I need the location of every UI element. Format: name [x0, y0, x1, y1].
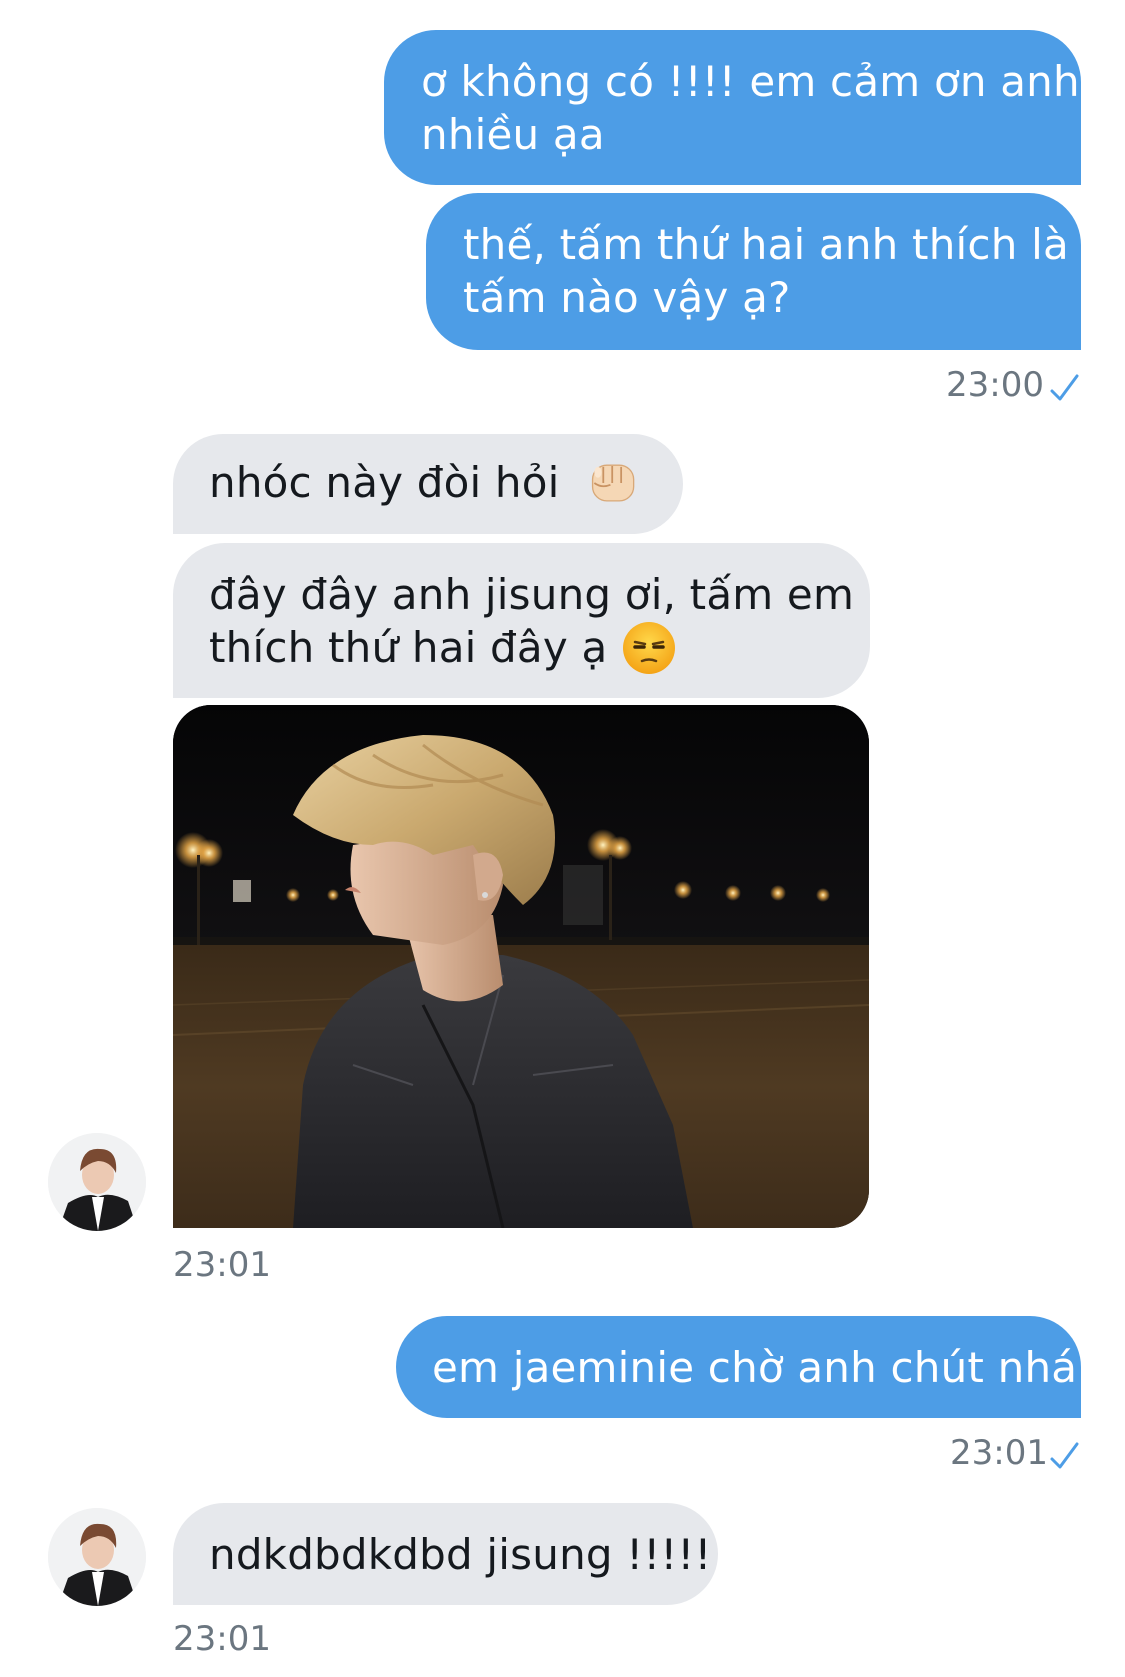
message-text-line: thích thứ hai đây ạ [209, 621, 840, 679]
message-text: nhóc này đòi hỏi [209, 458, 560, 507]
message-text-line: đây đây anh jisung ơi, tấm em [209, 570, 855, 619]
check-icon [1050, 1442, 1079, 1469]
incoming-message[interactable]: đây đây anh jisung ơi, tấm em thích thứ … [173, 543, 870, 698]
message-timestamp: 23:00 [946, 365, 1044, 405]
message-timestamp: 23:01 [173, 1619, 271, 1659]
message-text: thích thứ hai đây ạ [209, 623, 608, 672]
incoming-message[interactable]: ndkdbdkdbd jisung !!!!! [173, 1503, 718, 1605]
avatar[interactable] [48, 1508, 146, 1606]
outgoing-message[interactable]: em jaeminie chờ anh chút nhá [396, 1316, 1081, 1418]
photo-message[interactable] [173, 705, 869, 1228]
message-text: ndkdbdkdbd jisung !!!!! [209, 1530, 712, 1579]
message-text: em jaeminie chờ anh chút nhá [432, 1343, 1078, 1392]
avatar[interactable] [48, 1133, 146, 1231]
outgoing-message[interactable]: thế, tấm thứ hai anh thích là tấm nào vậ… [426, 193, 1081, 350]
message-text-line: nhiều ạa [421, 110, 605, 159]
incoming-message[interactable]: nhóc này đòi hỏi [173, 434, 683, 534]
photo-image [173, 705, 869, 1228]
check-icon [1050, 374, 1079, 401]
fist-emoji [591, 463, 635, 502]
outgoing-message[interactable]: ơ không có !!!! em cảm ơn anh nhiều ạa [384, 30, 1081, 185]
message-timestamp: 23:01 [950, 1433, 1048, 1473]
unamused-face-emoji [623, 621, 676, 674]
message-text-line: thế, tấm thứ hai anh thích là [463, 220, 1069, 269]
message-timestamp: 23:01 [173, 1245, 271, 1285]
message-text-line: ơ không có !!!! em cảm ơn anh [421, 57, 1080, 106]
message-text-line: tấm nào vậy ạ? [463, 273, 791, 322]
